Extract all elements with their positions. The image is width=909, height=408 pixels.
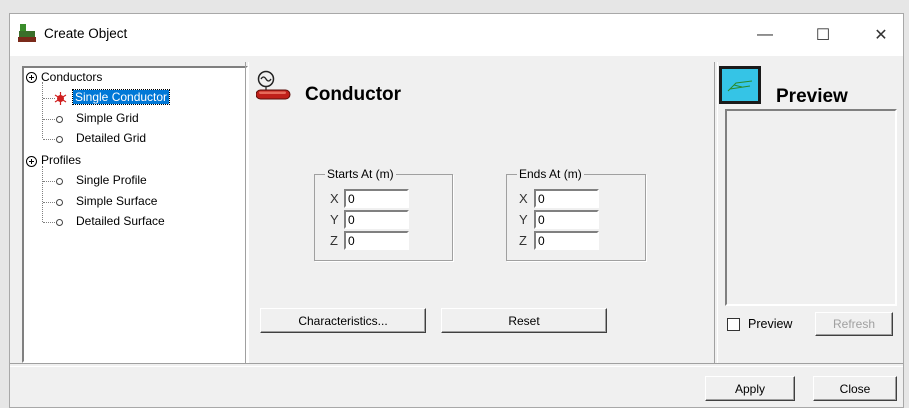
tree-node-icon: [56, 116, 63, 123]
axis-label: Y: [519, 212, 528, 227]
divider: [245, 62, 249, 364]
starts-at-group: Starts At (m) X Y Z: [314, 167, 453, 261]
characteristics-button[interactable]: Characteristics...: [260, 308, 426, 333]
close-window-button[interactable]: ✕: [858, 14, 904, 56]
ends-x-field[interactable]: [534, 189, 599, 208]
tree-node-icon: [56, 199, 63, 206]
tree-node-icon: [56, 136, 63, 143]
tree-node-icon: [56, 178, 63, 185]
window-title: Create Object: [44, 26, 128, 41]
preview-canvas: [725, 109, 897, 306]
ends-at-label: Ends At (m): [517, 167, 584, 181]
create-object-dialog: Create Object — ☐ ✕ Conductors Single Co…: [9, 13, 904, 408]
close-button[interactable]: Close: [813, 376, 897, 401]
axis-label: Z: [330, 233, 338, 248]
tree-node-icon: [56, 219, 63, 226]
ends-y-field[interactable]: [534, 210, 599, 229]
axis-label: X: [330, 191, 339, 206]
starts-at-label: Starts At (m): [325, 167, 396, 181]
refresh-button[interactable]: Refresh: [815, 312, 893, 336]
app-icon: [18, 24, 36, 42]
tree-item-single-profile[interactable]: Single Profile: [76, 173, 147, 187]
tree-item-detailed-grid[interactable]: Detailed Grid: [76, 131, 146, 145]
apply-button[interactable]: Apply: [705, 376, 795, 401]
title-bar: Create Object — ☐ ✕: [10, 14, 903, 56]
maximize-button[interactable]: ☐: [800, 14, 846, 56]
grid-icon: [727, 80, 753, 92]
ends-at-group: Ends At (m) X Y Z: [506, 167, 646, 261]
tree-item-simple-grid[interactable]: Simple Grid: [76, 111, 139, 125]
preview-checkbox-label[interactable]: Preview: [748, 317, 792, 331]
tree-group-profiles[interactable]: Profiles: [41, 153, 81, 167]
tree-item-detailed-surface[interactable]: Detailed Surface: [76, 214, 165, 228]
starts-z-field[interactable]: [344, 231, 409, 250]
preview-thumbnail-icon: [719, 66, 761, 104]
axis-label: Y: [330, 212, 339, 227]
axis-label: X: [519, 191, 528, 206]
tree-group-conductors[interactable]: Conductors: [41, 70, 102, 84]
axis-label: Z: [519, 233, 527, 248]
conductor-bug-icon: [54, 92, 67, 105]
reset-button[interactable]: Reset: [441, 308, 607, 333]
object-type-title: Conductor: [305, 84, 402, 105]
object-type-tree[interactable]: Conductors Single Conductor Simple Grid …: [22, 66, 248, 363]
minimize-button[interactable]: —: [742, 14, 788, 56]
conductor-icon: [256, 70, 291, 100]
ends-z-field[interactable]: [534, 231, 599, 250]
preview-title: Preview: [776, 86, 848, 107]
starts-y-field[interactable]: [344, 210, 409, 229]
divider: [714, 62, 718, 364]
expand-conductors-icon[interactable]: [26, 72, 37, 83]
tree-item-simple-surface[interactable]: Simple Surface: [76, 194, 157, 208]
tree-item-single-conductor[interactable]: Single Conductor: [71, 89, 171, 105]
expand-profiles-icon[interactable]: [26, 156, 37, 167]
preview-checkbox[interactable]: [727, 318, 740, 331]
tree-item-label: Single Conductor: [71, 89, 171, 105]
starts-x-field[interactable]: [344, 189, 409, 208]
divider: [10, 363, 903, 367]
